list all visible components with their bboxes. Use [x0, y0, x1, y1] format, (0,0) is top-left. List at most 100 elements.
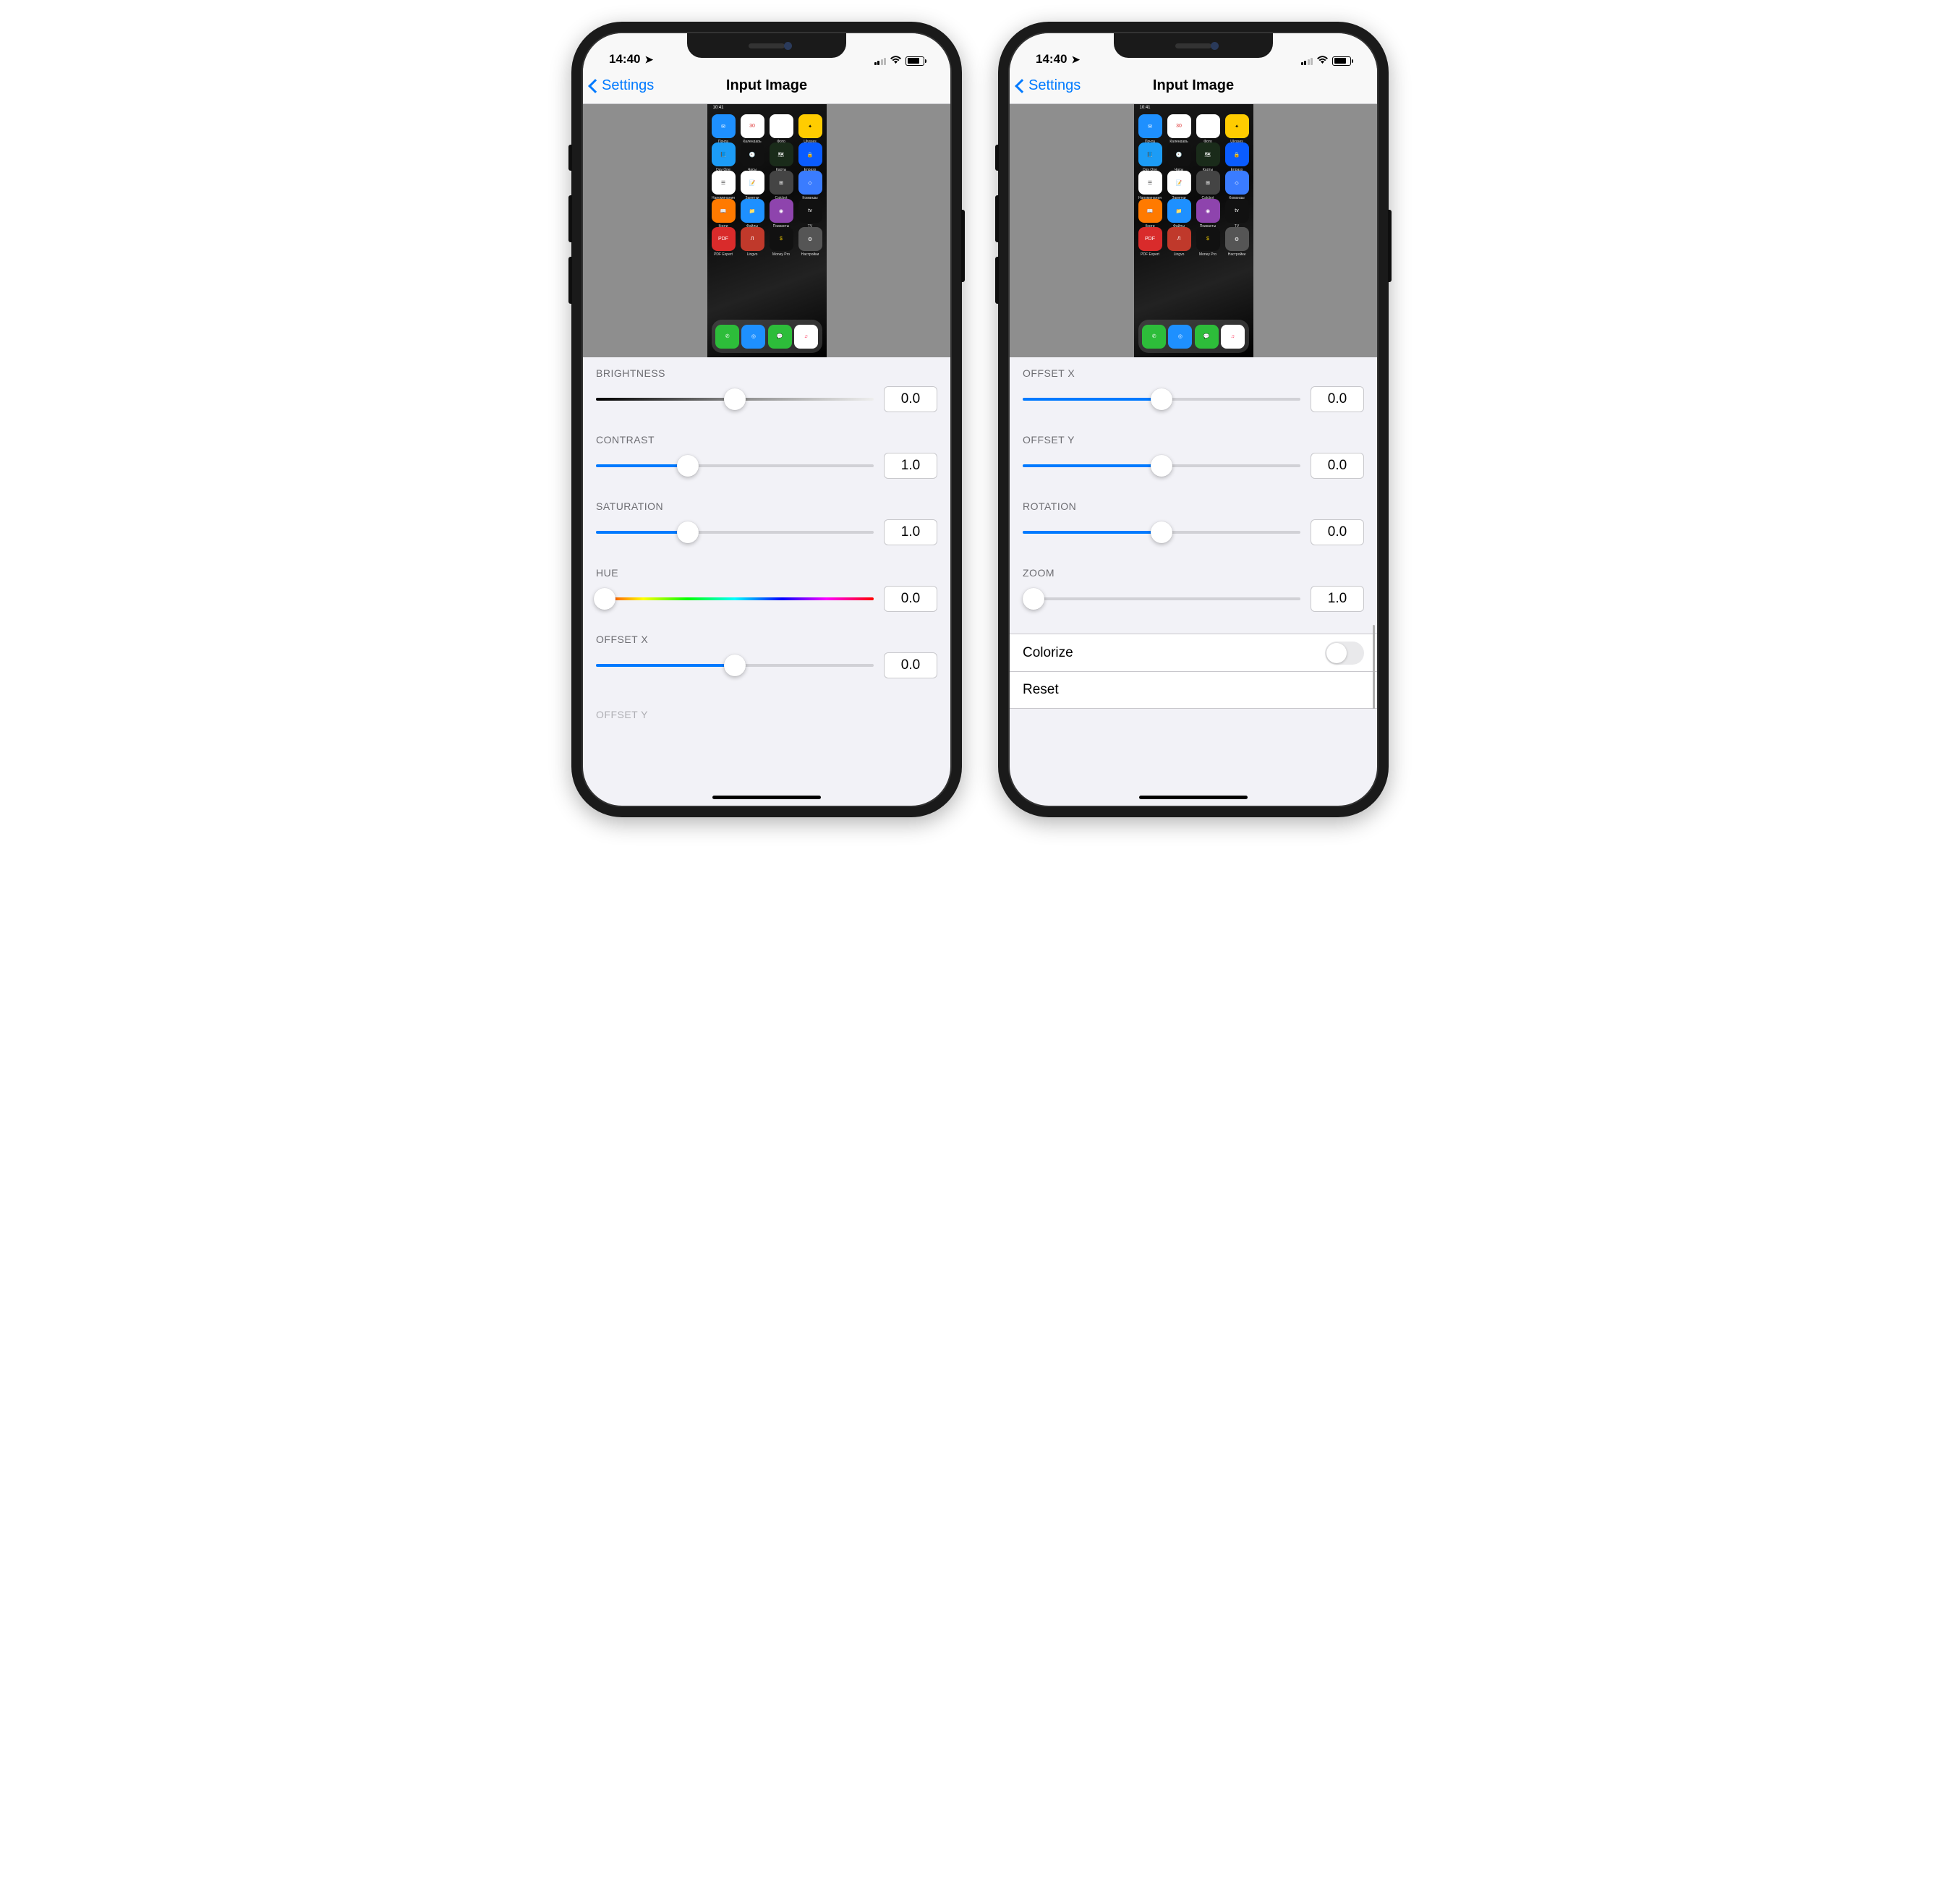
rotation-slider[interactable]: [1023, 531, 1300, 534]
wifi-icon: [890, 55, 902, 67]
brightness-label: BRIGHTNESS: [596, 367, 937, 379]
location-arrow-icon: ➤: [644, 54, 653, 66]
offset-x-value[interactable]: 0.0: [884, 652, 937, 678]
partial-label: OFFSET Y: [596, 709, 937, 719]
hue-label: HUE: [596, 567, 937, 579]
slider-thumb[interactable]: [594, 588, 615, 610]
cellular-signal-icon: [874, 56, 887, 65]
controls-scroll[interactable]: OFFSET X 0.0 OFFSET Y 0.0: [1010, 357, 1377, 709]
battery-icon: [1332, 56, 1351, 66]
app-icon: 📁: [1167, 199, 1191, 223]
offset-y-label: OFFSET Y: [1023, 434, 1364, 446]
dock-icon: ♫: [1221, 325, 1245, 349]
notch: [687, 33, 846, 58]
hue-slider[interactable]: [596, 597, 874, 600]
power-button: [1388, 210, 1392, 282]
cellular-signal-icon: [1301, 56, 1313, 65]
app-icon: ⊞: [1196, 171, 1220, 195]
app-icon: PDF: [712, 227, 736, 251]
app-icon: ✉︎: [1138, 114, 1162, 138]
app-icon: $: [770, 227, 793, 251]
phone-mockup-right: 14:40 ➤ Settings Input Image 10:41: [998, 22, 1389, 817]
slider-thumb[interactable]: [1151, 521, 1172, 543]
offset-x-control: OFFSET X 0.0: [583, 623, 950, 690]
back-button[interactable]: Settings: [1017, 77, 1081, 94]
app-icon: ❁: [1196, 114, 1220, 138]
slider-thumb[interactable]: [677, 521, 699, 543]
back-label: Settings: [1028, 77, 1081, 94]
app-icon: 📝: [741, 171, 764, 195]
app-icon: tv: [1225, 199, 1249, 223]
navigation-bar: Settings Input Image: [1010, 68, 1377, 104]
saturation-value[interactable]: 1.0: [884, 519, 937, 545]
app-icon: 🔒: [1225, 142, 1249, 166]
app-icon: ⚙︎: [1225, 227, 1249, 251]
dock-icon: 💬: [1195, 325, 1219, 349]
reset-label: Reset: [1023, 682, 1059, 698]
app-icon: 📘: [712, 142, 736, 166]
status-time: 14:40: [609, 52, 640, 67]
offset-x-slider[interactable]: [596, 664, 874, 667]
app-icon: ☰: [712, 171, 736, 195]
controls-scroll[interactable]: BRIGHTNESS 0.0 CONTRAST 1.0: [583, 357, 950, 719]
contrast-label: CONTRAST: [596, 434, 937, 446]
offset-x-control: OFFSET X 0.0: [1010, 357, 1377, 424]
offset-x-slider[interactable]: [1023, 398, 1300, 401]
rotation-control: ROTATION 0.0: [1010, 490, 1377, 557]
zoom-slider[interactable]: [1023, 597, 1300, 600]
hue-value[interactable]: 0.0: [884, 586, 937, 612]
brightness-value[interactable]: 0.0: [884, 386, 937, 412]
colorize-row[interactable]: Colorize: [1010, 634, 1377, 671]
app-icon: 📖: [712, 199, 736, 223]
offset-y-control: OFFSET Y 0.0: [1010, 424, 1377, 490]
battery-icon: [906, 56, 924, 66]
offset-y-value[interactable]: 0.0: [1311, 453, 1364, 479]
back-button[interactable]: Settings: [590, 77, 654, 94]
phone-mockup-left: 14:40 ➤ Settings Input Image 10:41: [571, 22, 962, 817]
offset-x-value[interactable]: 0.0: [1311, 386, 1364, 412]
hue-control: HUE 0.0: [583, 557, 950, 623]
home-indicator[interactable]: [712, 796, 821, 799]
app-icon: ⚙︎: [798, 227, 822, 251]
app-icon: 📘: [1138, 142, 1162, 166]
slider-thumb[interactable]: [1151, 388, 1172, 410]
zoom-label: ZOOM: [1023, 567, 1364, 579]
chevron-left-icon: [1015, 79, 1029, 93]
app-icon: 🔒: [798, 142, 822, 166]
slider-thumb[interactable]: [724, 655, 746, 676]
app-icon: ✦: [798, 114, 822, 138]
slider-thumb[interactable]: [1151, 455, 1172, 477]
dock-icon: 💬: [768, 325, 792, 349]
notch: [1114, 33, 1273, 58]
saturation-slider[interactable]: [596, 531, 874, 534]
navigation-bar: Settings Input Image: [583, 68, 950, 104]
home-indicator[interactable]: [1139, 796, 1248, 799]
power-button: [961, 210, 965, 282]
app-icon: 30: [1167, 114, 1191, 138]
homescreen-thumbnail: 10:41 ✉︎ 30 ❁ ✦ 📘 🕙 🗺 🔒 ☰ 📝 ⊞: [1134, 104, 1253, 357]
colorize-toggle[interactable]: [1325, 642, 1364, 665]
image-preview[interactable]: 10:41 ✉︎ 30 ❁ ✦ 📘 🕙 🗺 🔒 ☰ 📝 ⊞: [583, 104, 950, 357]
contrast-value[interactable]: 1.0: [884, 453, 937, 479]
app-icon: 🗺: [770, 142, 793, 166]
back-label: Settings: [602, 77, 654, 94]
slider-thumb[interactable]: [1023, 588, 1044, 610]
image-preview[interactable]: 10:41 ✉︎ 30 ❁ ✦ 📘 🕙 🗺 🔒 ☰ 📝 ⊞: [1010, 104, 1377, 357]
zoom-value[interactable]: 1.0: [1311, 586, 1364, 612]
app-icon: Л: [1167, 227, 1191, 251]
rotation-value[interactable]: 0.0: [1311, 519, 1364, 545]
contrast-slider[interactable]: [596, 464, 874, 467]
offset-y-slider[interactable]: [1023, 464, 1300, 467]
scrollbar-indicator[interactable]: [1373, 625, 1375, 709]
app-icon: 📝: [1167, 171, 1191, 195]
slider-thumb[interactable]: [724, 388, 746, 410]
volume-up: [568, 195, 572, 242]
volume-down: [568, 257, 572, 304]
location-arrow-icon: ➤: [1071, 54, 1080, 66]
slider-thumb[interactable]: [677, 455, 699, 477]
status-time: 14:40: [1036, 52, 1067, 67]
brightness-slider[interactable]: [596, 398, 874, 401]
app-icon: ✦: [1225, 114, 1249, 138]
reset-row[interactable]: Reset: [1010, 671, 1377, 709]
page-title: Input Image: [1153, 77, 1234, 94]
